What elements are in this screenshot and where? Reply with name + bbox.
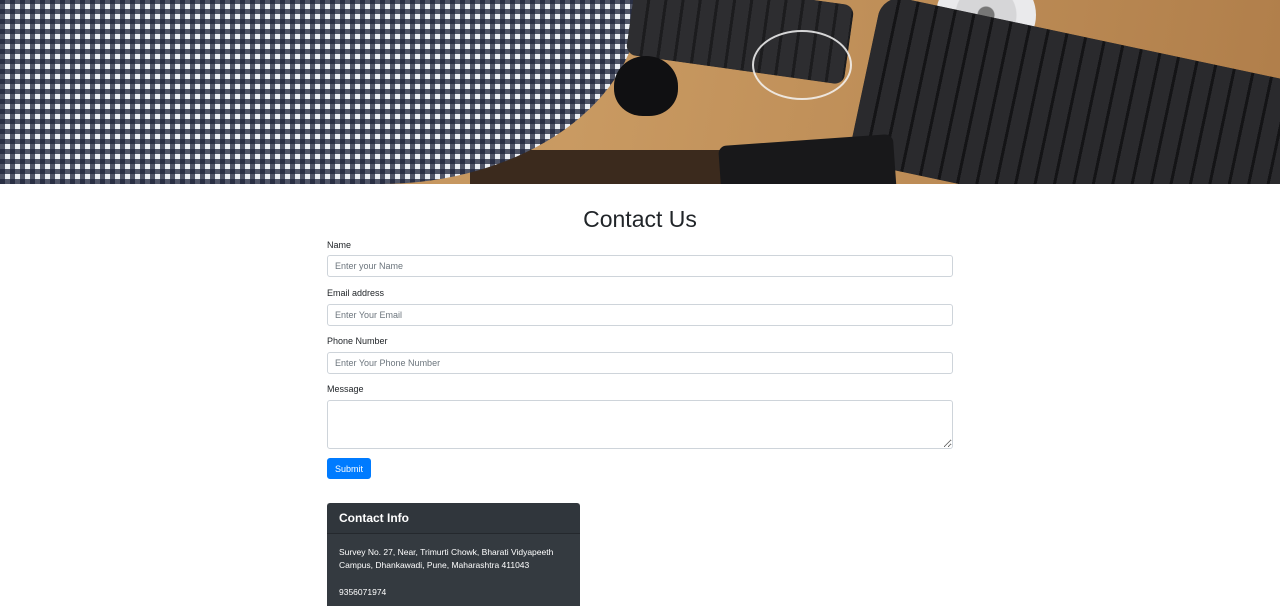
- email-input[interactable]: [327, 304, 953, 326]
- message-label: Message: [327, 384, 364, 394]
- email-label: Email address: [327, 288, 385, 298]
- smartphone: [718, 133, 897, 184]
- contact-address: Survey No. 27, Near, Trimurti Chowk, Bha…: [339, 547, 554, 570]
- hero-banner-image: [0, 0, 1280, 184]
- message-textarea[interactable]: [327, 400, 953, 449]
- contact-phone: 9356071974: [339, 587, 387, 597]
- keyboard-right: [847, 0, 1280, 184]
- phone-label: Phone Number: [327, 336, 388, 346]
- earphone-cable: [752, 30, 852, 100]
- page-title: Contact Us: [583, 206, 697, 232]
- phone-input[interactable]: [327, 352, 953, 374]
- submit-button[interactable]: Submit: [327, 458, 371, 479]
- contact-info-card: Contact Info Survey No. 27, Near, Trimur…: [327, 503, 580, 606]
- name-input[interactable]: [327, 255, 953, 277]
- computer-mouse: [614, 56, 678, 116]
- contact-info-heading: Contact Info: [327, 503, 580, 534]
- name-label: Name: [327, 240, 352, 250]
- contact-info-body: Survey No. 27, Near, Trimurti Chowk, Bha…: [327, 534, 580, 606]
